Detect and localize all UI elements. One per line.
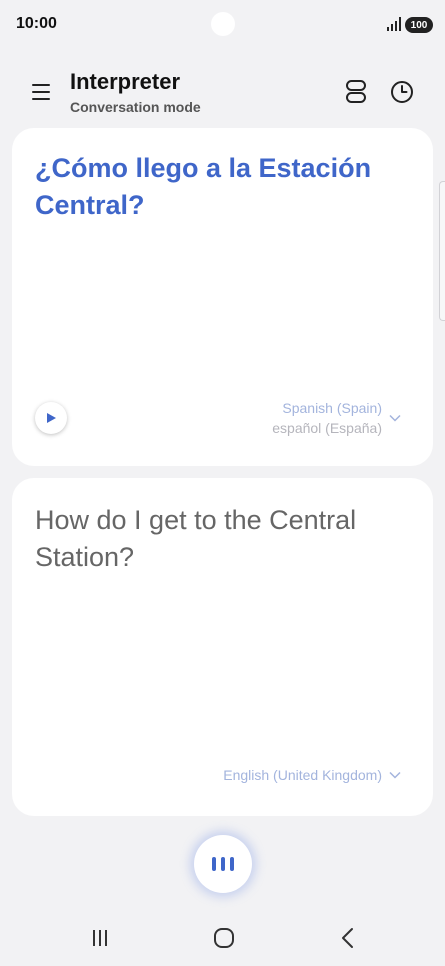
target-language-name: English (United Kingdom) [223, 767, 382, 783]
battery-badge: 100 [405, 17, 433, 33]
app-header: Interpreter Conversation mode [0, 60, 445, 122]
status-bar: 10:00 100 [0, 0, 445, 50]
target-card: How do I get to the Central Station? Eng… [12, 478, 433, 816]
camera-cutout [211, 12, 235, 36]
recent-apps-icon[interactable] [90, 928, 110, 948]
source-text: ¿Cómo llego a la Estación Central? [35, 153, 372, 220]
target-text: How do I get to the Central Station? [35, 505, 357, 572]
system-navigation-bar [0, 915, 445, 960]
page-subtitle: Conversation mode [70, 99, 201, 115]
source-language-name: Spanish (Spain) [282, 400, 382, 416]
play-button[interactable] [35, 402, 67, 434]
edge-panel-handle[interactable] [439, 181, 445, 321]
signal-icon [387, 17, 401, 31]
page-title: Interpreter [70, 69, 181, 94]
clock-icon[interactable] [388, 78, 416, 106]
chevron-down-icon[interactable] [389, 414, 401, 422]
back-icon[interactable] [340, 927, 356, 949]
home-icon[interactable] [213, 927, 235, 949]
status-time: 10:00 [16, 15, 57, 32]
voice-bars-icon [212, 857, 234, 871]
target-language-selector[interactable]: English (United Kingdom) [223, 765, 382, 785]
battery-level: 100 [410, 19, 428, 31]
chevron-down-icon[interactable] [389, 771, 401, 779]
menu-icon[interactable] [28, 80, 54, 104]
source-card: ¿Cómo llego a la Estación Central? Spani… [12, 128, 433, 466]
voice-input-button[interactable] [194, 835, 252, 893]
play-icon [47, 413, 56, 423]
source-language-native: español (España) [272, 420, 382, 436]
split-view-icon[interactable] [343, 78, 369, 106]
source-language-selector[interactable]: Spanish (Spain) español (España) [272, 398, 382, 438]
